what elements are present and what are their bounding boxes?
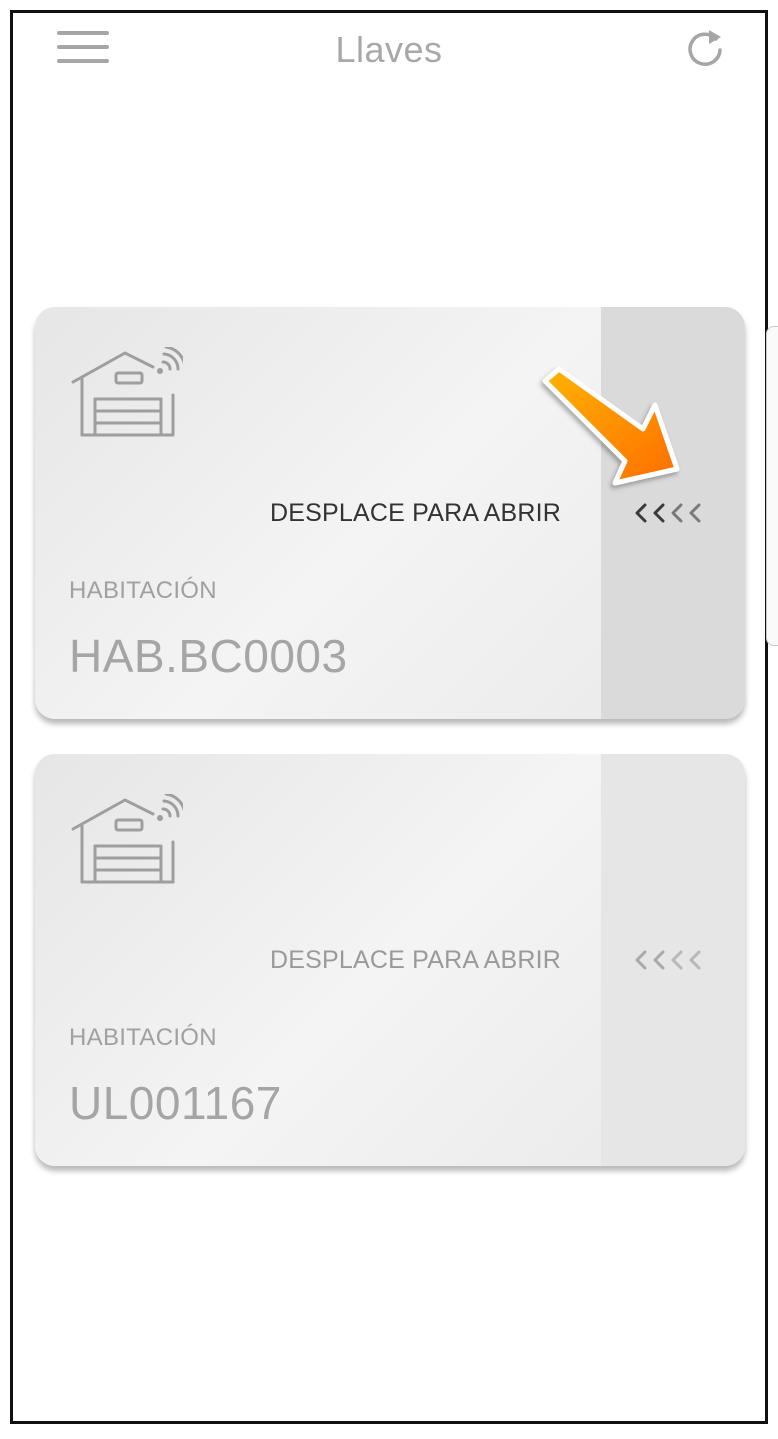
- card-body: DESPLACE PARA ABRIR HABITACIÓN UL001167: [35, 754, 601, 1166]
- page-title: Llaves: [335, 29, 443, 70]
- room-value: UL001167: [69, 1077, 282, 1129]
- key-card[interactable]: DESPLACE PARA ABRIR HABITACIÓN UL001167: [35, 754, 745, 1166]
- garage-remote-icon: [69, 345, 187, 443]
- garage-remote-icon: [69, 792, 187, 890]
- key-card[interactable]: DESPLACE PARA ABRIR HABITACIÓN HAB.BC000…: [35, 307, 745, 719]
- swipe-left-chevrons-icon: [633, 944, 713, 976]
- card-body: DESPLACE PARA ABRIR HABITACIÓN HAB.BC000…: [35, 307, 601, 719]
- room-label: HABITACIÓN: [69, 577, 217, 604]
- app-screen: Llaves DESPLACE PARA ABRIR HABITACIÓN HA…: [10, 10, 768, 1424]
- refresh-icon[interactable]: [681, 23, 729, 71]
- slide-to-open-handle[interactable]: [601, 754, 745, 1166]
- slide-to-open-handle[interactable]: [601, 307, 745, 719]
- swipe-to-open-hint: DESPLACE PARA ABRIR: [270, 499, 561, 527]
- side-edge-panel[interactable]: [766, 326, 778, 646]
- room-value: HAB.BC0003: [69, 630, 348, 682]
- swipe-to-open-hint: DESPLACE PARA ABRIR: [270, 946, 561, 974]
- room-label: HABITACIÓN: [69, 1024, 217, 1051]
- swipe-left-chevrons-icon: [633, 497, 713, 529]
- app-header: Llaves: [13, 13, 765, 93]
